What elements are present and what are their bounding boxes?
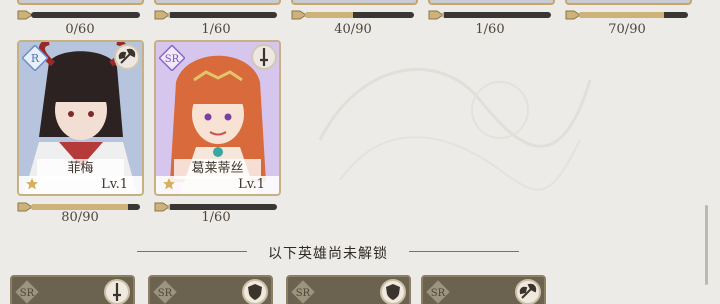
svg-text:SR: SR	[296, 288, 311, 299]
hero-card-partial[interactable]	[428, 0, 555, 5]
rarity-sr-icon: SR	[152, 279, 178, 304]
svg-text:SR: SR	[158, 288, 173, 299]
locked-hero-card[interactable]: SR	[10, 275, 135, 304]
progress-fill	[305, 12, 354, 18]
rarity-sr-icon: SR	[290, 279, 316, 304]
locked-section-divider: 以下英雄尚未解锁	[137, 243, 519, 262]
hero-card-feimei[interactable]: R 菲梅 Lv.1	[17, 40, 144, 196]
progress-text: 0/60	[65, 22, 95, 37]
progress-text: 70/90	[608, 22, 646, 37]
hero-level: Lv.1	[238, 177, 265, 192]
rarity-sr-icon: SR	[14, 279, 40, 304]
progress-fill	[442, 12, 444, 18]
hero-card-gladys[interactable]: SR 葛莱蒂丝 Lv.1	[154, 40, 281, 196]
progress-fill	[168, 204, 170, 210]
locked-hero-card[interactable]: SR	[421, 275, 546, 304]
star-icon	[26, 178, 38, 190]
progress-bar	[428, 10, 551, 20]
progress-track	[31, 12, 140, 18]
axe-icon	[114, 44, 140, 70]
progress-bar	[17, 10, 140, 20]
svg-text:SR: SR	[165, 54, 180, 65]
shield-icon	[380, 279, 406, 304]
axe-icon	[515, 279, 541, 304]
level-bar: Lv.1	[19, 176, 142, 194]
hero-card-partial[interactable]	[154, 0, 281, 5]
progress-bar	[154, 10, 277, 20]
locked-hero-card[interactable]: SR	[148, 275, 273, 304]
hero-card-partial[interactable]	[17, 0, 144, 5]
hero-card-partial[interactable]	[291, 0, 418, 5]
progress-bar	[291, 10, 414, 20]
progress-text: 1/60	[201, 22, 231, 37]
sword-icon	[104, 279, 130, 304]
progress-track	[305, 12, 414, 18]
progress-track	[168, 12, 277, 18]
progress-text: 80/90	[61, 210, 99, 225]
svg-text:R: R	[31, 52, 40, 65]
svg-text:SR: SR	[20, 288, 35, 299]
progress-text: 1/60	[201, 210, 231, 225]
rarity-r-icon: R	[22, 45, 48, 71]
star-icon	[163, 178, 175, 190]
locked-hero-card[interactable]: SR	[286, 275, 411, 304]
hero-level: Lv.1	[101, 177, 128, 192]
progress-fill	[579, 12, 664, 18]
rarity-sr-icon: SR	[159, 45, 185, 71]
sword-icon	[251, 44, 277, 70]
progress-text: 1/60	[475, 22, 505, 37]
progress-text: 40/90	[334, 22, 372, 37]
svg-text:SR: SR	[431, 288, 446, 299]
scrollbar[interactable]	[705, 205, 708, 285]
level-bar: Lv.1	[156, 176, 279, 194]
shield-icon	[242, 279, 268, 304]
progress-fill	[168, 12, 170, 18]
hero-card-partial[interactable]	[565, 0, 692, 5]
locked-section-title: 以下英雄尚未解锁	[268, 246, 388, 262]
rarity-sr-icon: SR	[425, 279, 451, 304]
background-swirl-decoration	[318, 68, 592, 191]
progress-track	[579, 12, 688, 18]
progress-bar	[565, 10, 688, 20]
progress-track	[442, 12, 551, 18]
